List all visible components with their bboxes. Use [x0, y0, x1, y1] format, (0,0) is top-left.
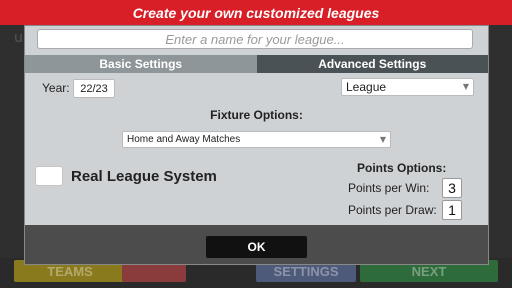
fixture-options-select[interactable]: Home and Away Matches ▼: [122, 131, 391, 148]
tab-basic-settings[interactable]: Basic Settings: [25, 55, 257, 73]
fixture-options-label: Fixture Options:: [210, 108, 303, 122]
background-corner-text: u: [14, 30, 23, 46]
real-league-checkbox[interactable]: [35, 166, 63, 186]
ok-button[interactable]: OK: [206, 236, 307, 258]
dialog-footer: OK: [25, 225, 488, 264]
header-banner: Create your own customized leagues: [0, 0, 512, 25]
competition-type-value: League: [346, 80, 387, 94]
points-per-win-field[interactable]: 3: [442, 178, 462, 198]
real-league-label: Real League System: [71, 168, 217, 185]
settings-tabs: Basic Settings Advanced Settings: [25, 55, 488, 73]
league-name-input[interactable]: [37, 29, 473, 49]
points-per-win-label: Points per Win:: [348, 181, 430, 195]
points-per-draw-field[interactable]: 1: [442, 200, 462, 220]
fixture-options-value: Home and Away Matches: [127, 134, 241, 145]
points-options-title: Points Options:: [357, 161, 447, 175]
chevron-down-icon: ▼: [462, 82, 469, 92]
chevron-down-icon: ▼: [379, 134, 386, 144]
tab-advanced-settings[interactable]: Advanced Settings: [256, 55, 488, 73]
league-settings-dialog: Basic Settings Advanced Settings Year: 2…: [24, 25, 489, 265]
competition-type-select[interactable]: League ▼: [341, 78, 474, 96]
points-per-draw-label: Points per Draw:: [348, 203, 437, 217]
year-label: Year:: [42, 81, 70, 95]
year-field[interactable]: 22/23: [73, 79, 115, 98]
